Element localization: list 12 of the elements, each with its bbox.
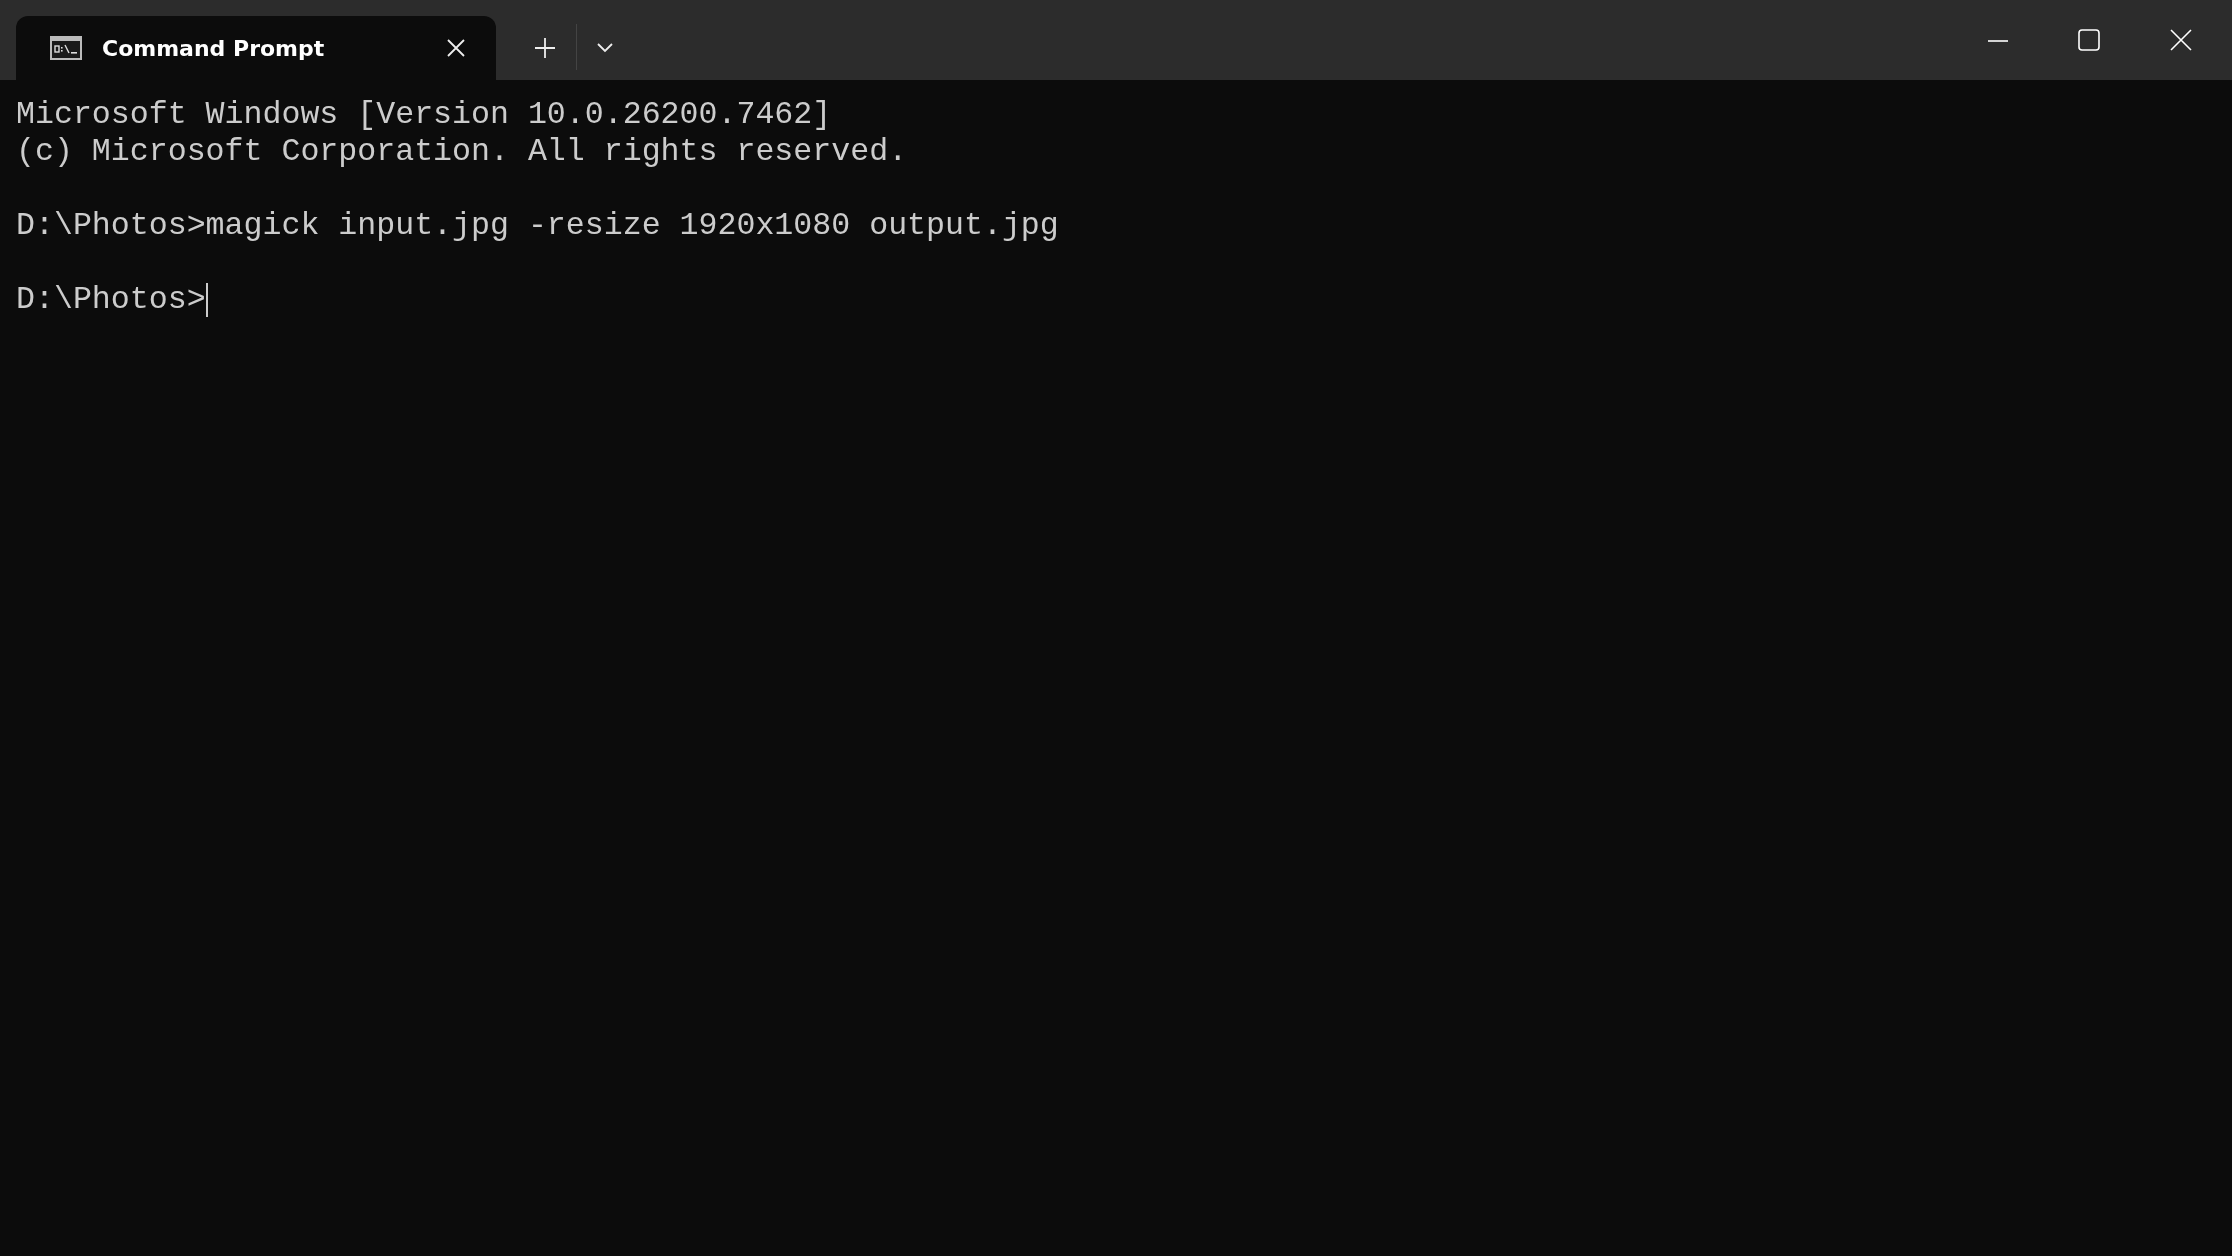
close-tab-icon[interactable] (446, 38, 466, 58)
maximize-icon[interactable] (2078, 29, 2100, 51)
console-line: D:\Photos>magick input.jpg -resize 1920x1080 output.jpg (16, 207, 1059, 244)
dropdown-chevron-icon[interactable] (597, 43, 613, 53)
tab-title: Command Prompt (102, 35, 326, 61)
console-line: D:\Photos> (16, 281, 206, 318)
close-icon[interactable] (2170, 29, 2192, 51)
console-line: (c) Microsoft Corporation. All rights reserved. (16, 133, 908, 170)
new-tab-icon[interactable] (534, 37, 556, 59)
console-line: Microsoft Windows [Version 10.0.26200.7462] (16, 96, 832, 133)
terminal-tab[interactable]: Command Prompt (16, 16, 496, 80)
terminal-icon (50, 36, 82, 60)
